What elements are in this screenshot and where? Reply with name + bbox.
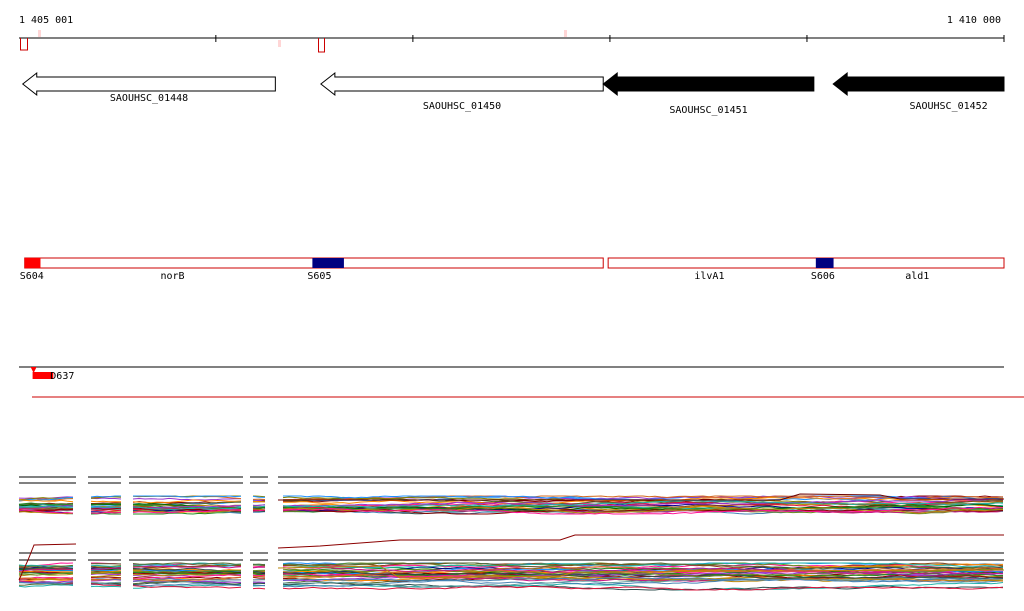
operon-name-label: ilvA1 (694, 271, 724, 282)
operon-name-label: ald1 (905, 271, 929, 282)
gene-label: SAOUHSC_01448 (110, 93, 188, 104)
ruler-markers (20, 30, 567, 53)
expression-profile-line (90, 506, 122, 509)
expression-profile-line (252, 581, 266, 583)
transcript-site-s604[interactable] (24, 258, 41, 268)
transcript-site-s606[interactable] (815, 258, 834, 268)
expression-profile-line (252, 575, 266, 578)
ruler-end-label: 1 410 000 (947, 15, 1001, 26)
ruler-start-label: 1 405 001 (19, 15, 73, 26)
ruler-marker (278, 40, 281, 47)
gene-arrow-saouhsc_01450[interactable] (320, 71, 604, 97)
expression-profile-line (252, 566, 266, 569)
expression-profile-track (18, 476, 1005, 591)
transcript-site-s605[interactable] (312, 258, 344, 268)
ruler-marker (20, 38, 28, 51)
transcript-site-label: S605 (307, 271, 331, 282)
gene-label: SAOUHSC_01450 (423, 101, 501, 112)
feature-track: D637 (19, 366, 1024, 398)
expression-profile-line (90, 500, 122, 503)
operon-track: S604 S605 S606 norB ilvA1 ald1 (20, 257, 1005, 282)
gene-arrow-saouhsc_01448[interactable] (21, 71, 276, 97)
ruler-marker (38, 30, 41, 37)
expression-profile-line (252, 582, 266, 585)
transcript-site-label: S606 (811, 271, 835, 282)
expression-profile-line (90, 576, 122, 579)
ruler-marker (564, 30, 567, 37)
expression-profile-line (277, 534, 1004, 549)
gene-label: SAOUHSC_01451 (669, 105, 747, 116)
expression-profile-line (252, 500, 266, 503)
gene-track: SAOUHSC_01448 SAOUHSC_01450 SAOUHSC_01451 S… (21, 71, 1005, 116)
expression-profile-line (252, 587, 266, 590)
feature-d637-label: D637 (50, 371, 74, 382)
gene-arrow-saouhsc_01452[interactable] (832, 71, 1005, 97)
genome-browser-view: 1 405 001 1 410 000 SAOUHSC_01448SAOUHSC… (18, 15, 1024, 591)
gene-arrow-saouhsc_01451[interactable] (602, 71, 815, 97)
expression-profile-line (252, 576, 265, 579)
transcript-site-label: S604 (20, 271, 44, 282)
operon-segment[interactable] (607, 257, 1005, 269)
expression-profile-line (90, 509, 122, 512)
gene-label: SAOUHSC_01452 (909, 101, 987, 112)
ruler-marker (318, 38, 325, 53)
coordinate-ruler: 1 405 001 1 410 000 (19, 15, 1005, 53)
expression-profile-line (90, 574, 122, 578)
expression-profile-line (132, 497, 241, 501)
operon-name-label: norB (160, 271, 184, 282)
